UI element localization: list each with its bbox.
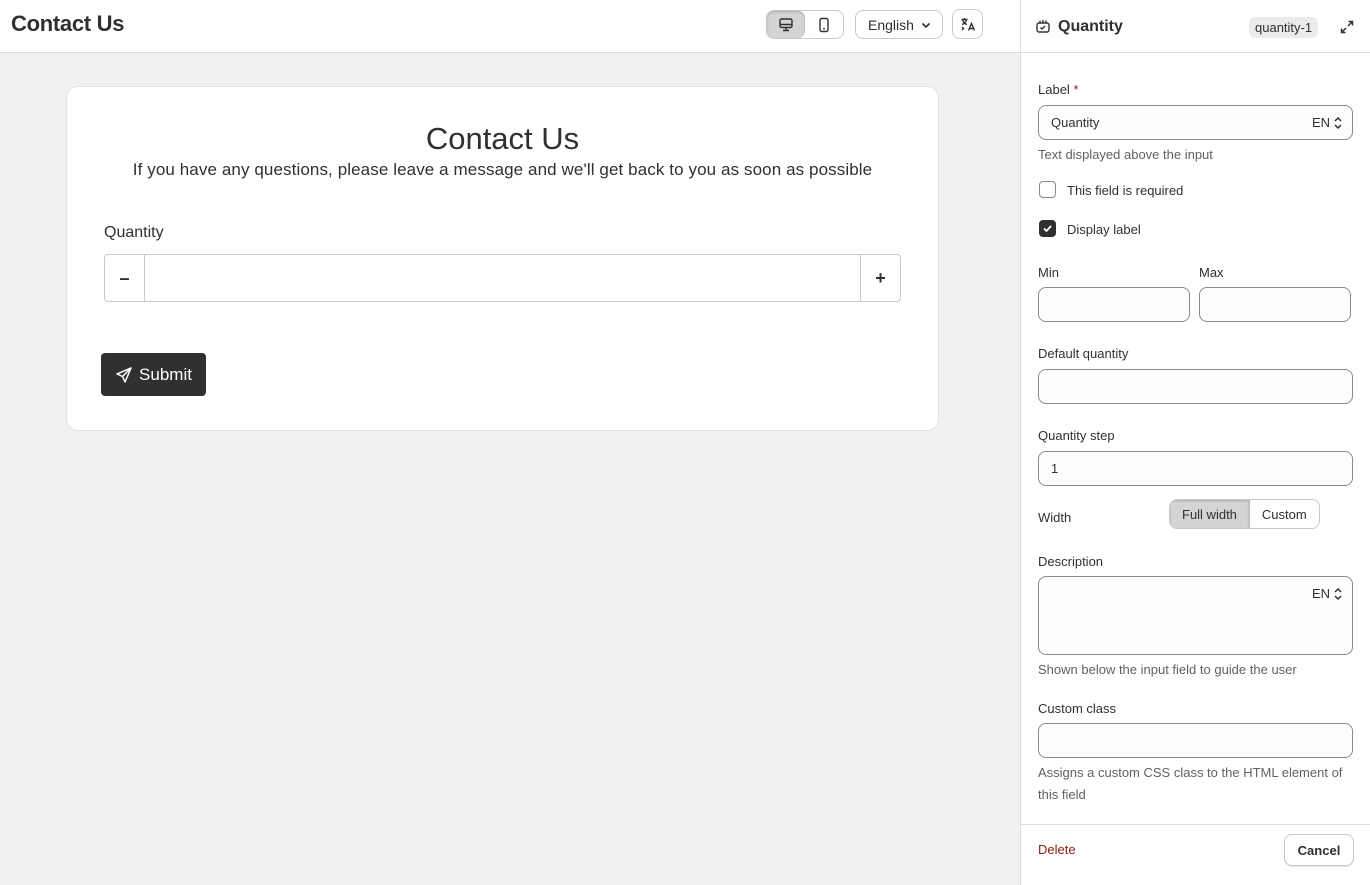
min-input-field[interactable]	[1051, 297, 1177, 312]
panel-footer: Delete Cancel	[1021, 824, 1370, 885]
panel-header: Quantity quantity-1	[1021, 0, 1370, 53]
label-input-field[interactable]	[1051, 115, 1281, 130]
label-input[interactable]: EN	[1038, 105, 1353, 140]
language-select-value: English	[868, 16, 914, 33]
min-label: Min	[1038, 265, 1059, 280]
required-checkbox-label: This field is required	[1067, 183, 1184, 198]
custom-class-help-text: Assigns a custom CSS class to the HTML e…	[1038, 765, 1343, 802]
language-select[interactable]: English	[855, 10, 943, 39]
desktop-view-button[interactable]	[767, 11, 805, 38]
form-subtitle: If you have any questions, please leave …	[132, 160, 873, 179]
label-lang-select[interactable]: EN	[1312, 115, 1343, 130]
quantity-field-icon	[1036, 20, 1050, 33]
send-icon	[116, 366, 132, 383]
label-lang-code: EN	[1311, 115, 1330, 130]
quantity-step-input[interactable]	[1038, 451, 1353, 486]
translate-icon	[961, 18, 975, 31]
settings-panel: Quantity quantity-1 Label * EN Text disp…	[1020, 0, 1370, 885]
description-label: Description	[1038, 554, 1104, 569]
description-lang-select[interactable]: EN	[1312, 586, 1343, 601]
description-textarea[interactable]	[1051, 586, 1281, 646]
default-quantity-label: Default quantity	[1038, 346, 1129, 361]
submit-button-label: Submit	[139, 364, 192, 384]
panel-title: Quantity	[1058, 18, 1123, 35]
form-title: Contact Us	[425, 121, 580, 156]
label-help-text: Text displayed above the input	[1038, 147, 1213, 162]
translate-button[interactable]	[952, 9, 983, 39]
description-help-text: Shown below the input field to guide the…	[1038, 662, 1297, 677]
width-segmented-control: Full width Custom	[1169, 499, 1320, 529]
display-label-checkbox[interactable]	[1039, 220, 1056, 237]
submit-button[interactable]: Submit	[101, 353, 206, 396]
select-arrows-icon	[1334, 116, 1342, 129]
field-id-badge: quantity-1	[1249, 17, 1319, 38]
quantity-stepper: – +	[104, 254, 901, 302]
required-checkbox[interactable]	[1039, 181, 1056, 198]
delete-button[interactable]: Delete	[1038, 842, 1076, 857]
default-quantity-input-field[interactable]	[1051, 379, 1340, 394]
select-arrows-icon	[1334, 587, 1342, 600]
custom-class-input-field[interactable]	[1051, 733, 1340, 748]
description-lang-code: EN	[1311, 586, 1330, 601]
max-input[interactable]	[1199, 287, 1351, 322]
min-input[interactable]	[1038, 287, 1190, 322]
required-mark: *	[1073, 82, 1079, 97]
form-preview-card: Contact Us If you have any questions, pl…	[66, 86, 939, 431]
device-toggle	[766, 10, 844, 39]
mobile-view-button[interactable]	[805, 11, 843, 38]
chevron-down-icon	[921, 22, 930, 28]
width-option-custom[interactable]: Custom	[1250, 500, 1319, 528]
editor-topbar: Contact Us English	[0, 0, 1020, 53]
page-title: Contact Us	[11, 11, 125, 36]
width-option-full[interactable]: Full width	[1170, 500, 1250, 528]
expand-button[interactable]	[1336, 16, 1358, 38]
cancel-button[interactable]: Cancel	[1284, 834, 1354, 866]
desktop-icon	[779, 17, 793, 31]
decrement-button[interactable]: –	[105, 255, 145, 301]
mobile-icon	[819, 17, 829, 32]
label-field-label-text: Label	[1038, 82, 1070, 97]
quantity-step-label: Quantity step	[1038, 428, 1115, 443]
quantity-field-label: Quantity	[104, 224, 164, 241]
expand-icon	[1340, 20, 1354, 34]
quantity-step-input-field[interactable]	[1051, 461, 1340, 476]
quantity-input[interactable]	[145, 255, 860, 301]
default-quantity-input[interactable]	[1038, 369, 1353, 404]
max-label: Max	[1199, 265, 1224, 280]
description-input[interactable]: EN	[1038, 576, 1353, 655]
display-label-checkbox-label: Display label	[1067, 222, 1141, 237]
checkmark-icon	[1043, 225, 1052, 233]
label-field-label: Label *	[1038, 82, 1079, 97]
increment-button[interactable]: +	[860, 255, 900, 301]
custom-class-input[interactable]	[1038, 723, 1353, 758]
width-label: Width	[1038, 510, 1072, 525]
custom-class-label: Custom class	[1038, 701, 1117, 716]
max-input-field[interactable]	[1212, 297, 1338, 312]
